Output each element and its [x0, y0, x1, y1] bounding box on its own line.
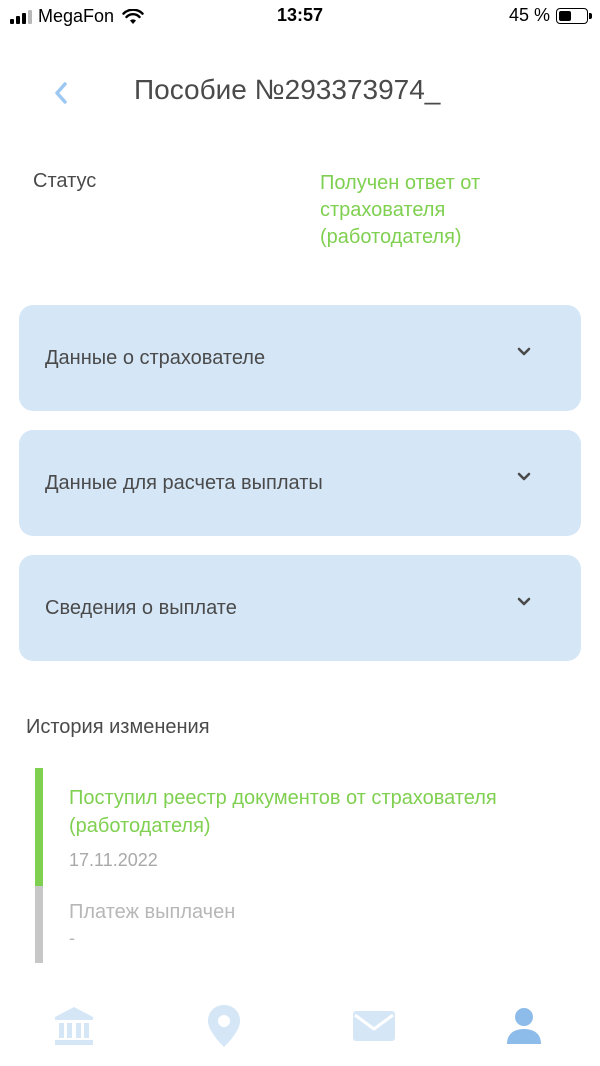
bottom-nav — [0, 990, 600, 1066]
section-payment-info[interactable]: Сведения о выплате — [19, 555, 581, 661]
status-label: Статус — [33, 170, 97, 192]
chevron-down-icon — [517, 472, 531, 481]
history-event-title: Поступил реестр документов от страховате… — [69, 787, 497, 837]
battery-level — [559, 10, 571, 21]
battery-percentage: 45 % — [508, 5, 550, 25]
mail-icon — [353, 1011, 395, 1041]
section-payment-calculation-data[interactable]: Данные для расчета выплаты — [19, 430, 581, 536]
history-title: История изменения — [26, 716, 210, 738]
section-insurer-data[interactable]: Данные о страхователе — [19, 305, 581, 411]
nav-item-bank[interactable] — [44, 998, 104, 1054]
status-bar: MegaFon 13:57 45 % — [0, 0, 600, 34]
nav-item-profile[interactable] — [494, 998, 554, 1054]
nav-item-map[interactable] — [194, 998, 254, 1054]
history-event-date: - — [69, 928, 75, 948]
timeline-bar-done — [35, 768, 43, 886]
chevron-down-icon — [517, 347, 531, 356]
bank-icon — [55, 1007, 93, 1045]
chevron-down-icon — [517, 597, 531, 606]
chevron-left-icon — [55, 82, 67, 104]
section-label: Данные о страхователе — [45, 346, 266, 369]
section-label: Данные для расчета выплаты — [45, 471, 323, 494]
status-value: Получен ответ от страхователя (работодат… — [320, 172, 481, 248]
location-pin-icon — [208, 1005, 240, 1047]
page-title: Пособие №293373974_ — [134, 74, 441, 105]
timeline-bar-pending — [35, 886, 43, 963]
battery-icon — [556, 7, 592, 24]
section-label: Сведения о выплате — [45, 596, 237, 619]
nav-item-messages[interactable] — [344, 998, 404, 1054]
status-bar-right: 45 % — [508, 5, 592, 26]
back-button[interactable] — [48, 78, 74, 108]
history-event-date: 17.11.2022 — [69, 850, 158, 870]
profile-icon — [507, 1008, 541, 1044]
history-event-title: Платеж выплачен — [69, 901, 236, 923]
